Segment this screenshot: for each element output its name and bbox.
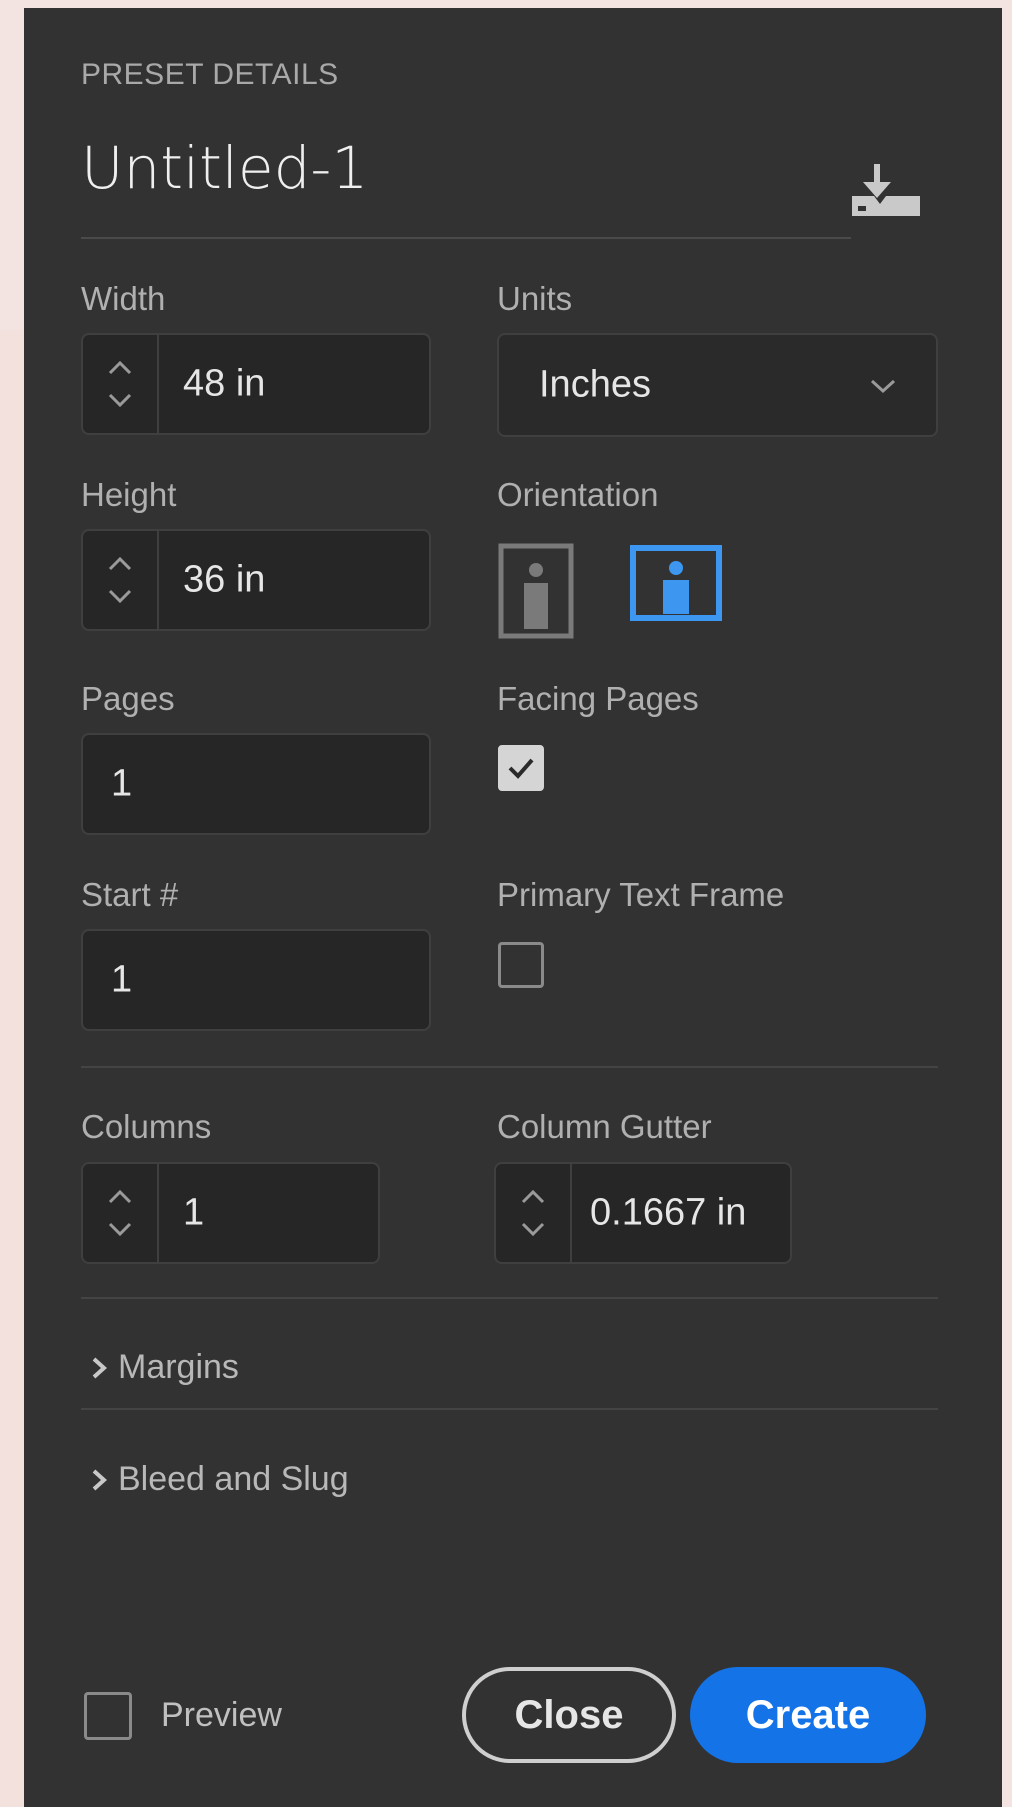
save-preset-icon[interactable] xyxy=(850,160,924,220)
primary-text-frame-checkbox[interactable] xyxy=(498,942,544,988)
section-title: PRESET DETAILS xyxy=(81,58,339,91)
start-number-value: 1 xyxy=(111,958,133,1001)
new-document-preset-panel: PRESET DETAILS Untitled-1 Width 48 in Un… xyxy=(24,8,1002,1807)
pages-value: 1 xyxy=(111,762,133,805)
chevron-right-icon xyxy=(92,1469,107,1490)
document-name-underline xyxy=(81,237,851,239)
height-label: Height xyxy=(81,476,177,513)
margins-label: Margins xyxy=(118,1348,239,1386)
create-button[interactable]: Create xyxy=(690,1667,926,1763)
column-gutter-value[interactable]: 0.1667 in xyxy=(590,1192,746,1235)
width-value[interactable]: 48 in xyxy=(183,363,265,406)
chevron-down-icon[interactable] xyxy=(520,1221,546,1237)
margins-disclosure[interactable]: Margins xyxy=(90,1348,239,1387)
document-name-input[interactable]: Untitled-1 xyxy=(81,134,368,202)
columns-stepper[interactable] xyxy=(83,1164,159,1262)
landscape-icon xyxy=(630,545,722,621)
pages-input[interactable]: 1 xyxy=(81,733,431,835)
facing-pages-label: Facing Pages xyxy=(497,680,699,717)
width-field[interactable]: 48 in xyxy=(81,333,431,435)
preview-checkbox[interactable] xyxy=(84,1692,132,1740)
chevron-down-icon xyxy=(870,379,896,394)
bleed-slug-label: Bleed and Slug xyxy=(118,1460,349,1498)
portrait-orientation-button[interactable] xyxy=(498,543,574,639)
column-gutter-stepper[interactable] xyxy=(496,1164,572,1262)
chevron-right-icon xyxy=(92,1357,107,1378)
orientation-label: Orientation xyxy=(497,476,659,513)
section-divider xyxy=(81,1408,938,1410)
units-dropdown[interactable]: Inches xyxy=(497,333,938,437)
height-field[interactable]: 36 in xyxy=(81,529,431,631)
columns-label: Columns xyxy=(81,1108,212,1145)
chevron-down-icon[interactable] xyxy=(107,1221,133,1237)
primary-text-frame-label: Primary Text Frame xyxy=(497,876,785,913)
facing-pages-checkbox[interactable] xyxy=(498,745,544,791)
section-divider xyxy=(81,1066,938,1068)
landscape-orientation-button[interactable] xyxy=(630,545,722,621)
portrait-icon xyxy=(498,543,574,639)
chevron-up-icon[interactable] xyxy=(107,360,133,376)
bleed-slug-disclosure[interactable]: Bleed and Slug xyxy=(90,1460,349,1499)
background-accent xyxy=(0,330,24,1807)
columns-value[interactable]: 1 xyxy=(183,1192,204,1235)
chevron-up-icon[interactable] xyxy=(107,1189,133,1205)
start-number-label: Start # xyxy=(81,876,179,913)
width-label: Width xyxy=(81,280,166,317)
columns-field[interactable]: 1 xyxy=(81,1162,380,1264)
column-gutter-label: Column Gutter xyxy=(497,1108,712,1145)
pages-label: Pages xyxy=(81,680,175,717)
units-selected: Inches xyxy=(539,363,651,406)
chevron-up-icon[interactable] xyxy=(107,556,133,572)
close-button[interactable]: Close xyxy=(462,1667,676,1763)
preview-label: Preview xyxy=(161,1696,282,1734)
chevron-up-icon[interactable] xyxy=(520,1189,546,1205)
height-value[interactable]: 36 in xyxy=(183,559,265,602)
width-stepper[interactable] xyxy=(83,335,159,433)
units-label: Units xyxy=(497,280,573,317)
column-gutter-field[interactable]: 0.1667 in xyxy=(494,1162,792,1264)
chevron-down-icon[interactable] xyxy=(107,588,133,604)
height-stepper[interactable] xyxy=(83,531,159,629)
start-number-input[interactable]: 1 xyxy=(81,929,431,1031)
chevron-down-icon[interactable] xyxy=(107,392,133,408)
section-divider xyxy=(81,1297,938,1299)
checkmark-icon xyxy=(508,758,534,779)
